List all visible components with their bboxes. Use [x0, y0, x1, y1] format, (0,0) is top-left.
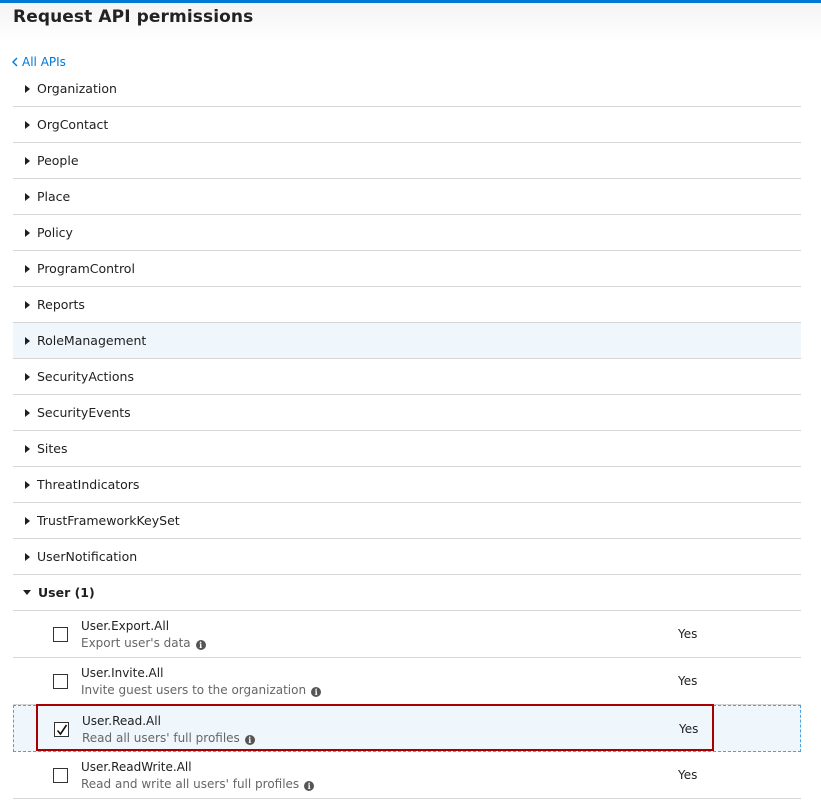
group-label: User (1)	[38, 585, 95, 600]
group-sites[interactable]: Sites	[13, 431, 801, 467]
permission-description: Read and write all users' full profiles i	[81, 777, 315, 791]
caret-right-icon	[25, 372, 30, 381]
caret-right-icon	[25, 480, 30, 489]
permission-checkbox[interactable]	[53, 768, 68, 783]
admin-consent-value: Yes	[678, 674, 698, 688]
group-programcontrol[interactable]: ProgramControl	[13, 251, 801, 287]
group-label: OrgContact	[37, 117, 109, 132]
info-icon[interactable]: i	[304, 781, 315, 791]
group-label: TrustFrameworkKeySet	[37, 513, 180, 528]
caret-right-icon	[25, 444, 30, 453]
permission-name: User.ReadWrite.All	[81, 760, 192, 774]
group-threatindicators[interactable]: ThreatIndicators	[13, 467, 801, 503]
group-label: Sites	[37, 441, 68, 456]
permission-checkbox[interactable]	[53, 674, 68, 689]
permission-checkbox[interactable]	[53, 627, 68, 642]
permission-description-text: Read and write all users' full profiles	[81, 777, 300, 791]
caret-right-icon	[25, 552, 30, 561]
group-trustframeworkkeyset[interactable]: TrustFrameworkKeySet	[13, 503, 801, 539]
group-reports[interactable]: Reports	[13, 287, 801, 323]
group-organization[interactable]: Organization	[13, 71, 801, 107]
permission-row-user-read-all[interactable]: User.Read.All Read all users' full profi…	[13, 705, 801, 752]
group-usernotification[interactable]: UserNotification	[13, 539, 801, 575]
permission-name: User.Invite.All	[81, 666, 164, 680]
group-label: Policy	[37, 225, 73, 240]
caret-right-icon	[25, 264, 30, 273]
all-apis-label: All APIs	[22, 55, 66, 69]
caret-right-icon	[25, 156, 30, 165]
caret-right-icon	[25, 516, 30, 525]
group-label: SecurityActions	[37, 369, 134, 384]
permission-checkbox[interactable]	[54, 722, 69, 737]
info-icon[interactable]: i	[244, 735, 255, 745]
caret-right-icon	[25, 408, 30, 417]
permission-row-user-export-all[interactable]: User.Export.All Export user's data i Yes	[13, 611, 801, 658]
group-user[interactable]: User (1)	[13, 575, 801, 611]
group-label: SecurityEvents	[37, 405, 131, 420]
permission-row-user-readwrite-all[interactable]: User.ReadWrite.All Read and write all us…	[13, 752, 801, 799]
group-place[interactable]: Place	[13, 179, 801, 215]
group-securityactions[interactable]: SecurityActions	[13, 359, 801, 395]
group-label: People	[37, 153, 79, 168]
caret-right-icon	[25, 84, 30, 93]
caret-right-icon	[25, 192, 30, 201]
group-securityevents[interactable]: SecurityEvents	[13, 395, 801, 431]
group-label: ThreatIndicators	[37, 477, 140, 492]
admin-consent-value: Yes	[678, 627, 698, 641]
permission-description-text: Export user's data	[81, 636, 191, 650]
all-apis-link[interactable]: All APIs	[12, 54, 66, 70]
group-label: Reports	[37, 297, 85, 312]
permission-description-text: Read all users' full profiles	[82, 731, 240, 745]
admin-consent-value: Yes	[678, 768, 698, 782]
group-label: RoleManagement	[37, 333, 147, 348]
group-label: ProgramControl	[37, 261, 135, 276]
permission-row-user-invite-all[interactable]: User.Invite.All Invite guest users to th…	[13, 658, 801, 705]
group-people[interactable]: People	[13, 143, 801, 179]
admin-consent-value: Yes	[679, 722, 699, 736]
group-policy[interactable]: Policy	[13, 215, 801, 251]
permission-name: User.Export.All	[81, 619, 170, 633]
permission-description: Invite guest users to the organization i	[81, 683, 322, 697]
caret-down-icon	[23, 590, 31, 595]
caret-right-icon	[25, 228, 30, 237]
info-icon[interactable]: i	[195, 640, 206, 650]
permission-group-list: Organization OrgContact People Place Pol…	[13, 71, 801, 799]
permission-description-text: Invite guest users to the organization	[81, 683, 307, 697]
group-label: Place	[37, 189, 71, 204]
group-orgcontact[interactable]: OrgContact	[13, 107, 801, 143]
permission-description: Export user's data i	[81, 636, 206, 650]
permission-description: Read all users' full profiles i	[82, 731, 255, 745]
group-rolemanagement[interactable]: RoleManagement	[13, 323, 801, 359]
info-icon[interactable]: i	[311, 687, 322, 697]
chevron-left-icon	[12, 57, 18, 67]
caret-right-icon	[25, 300, 30, 309]
page-title: Request API permissions	[13, 7, 254, 27]
permission-name: User.Read.All	[82, 714, 161, 728]
caret-right-icon	[25, 336, 30, 345]
group-label: UserNotification	[37, 549, 138, 564]
checkmark-icon	[56, 724, 68, 736]
caret-right-icon	[25, 120, 30, 129]
group-label: Organization	[37, 81, 117, 96]
